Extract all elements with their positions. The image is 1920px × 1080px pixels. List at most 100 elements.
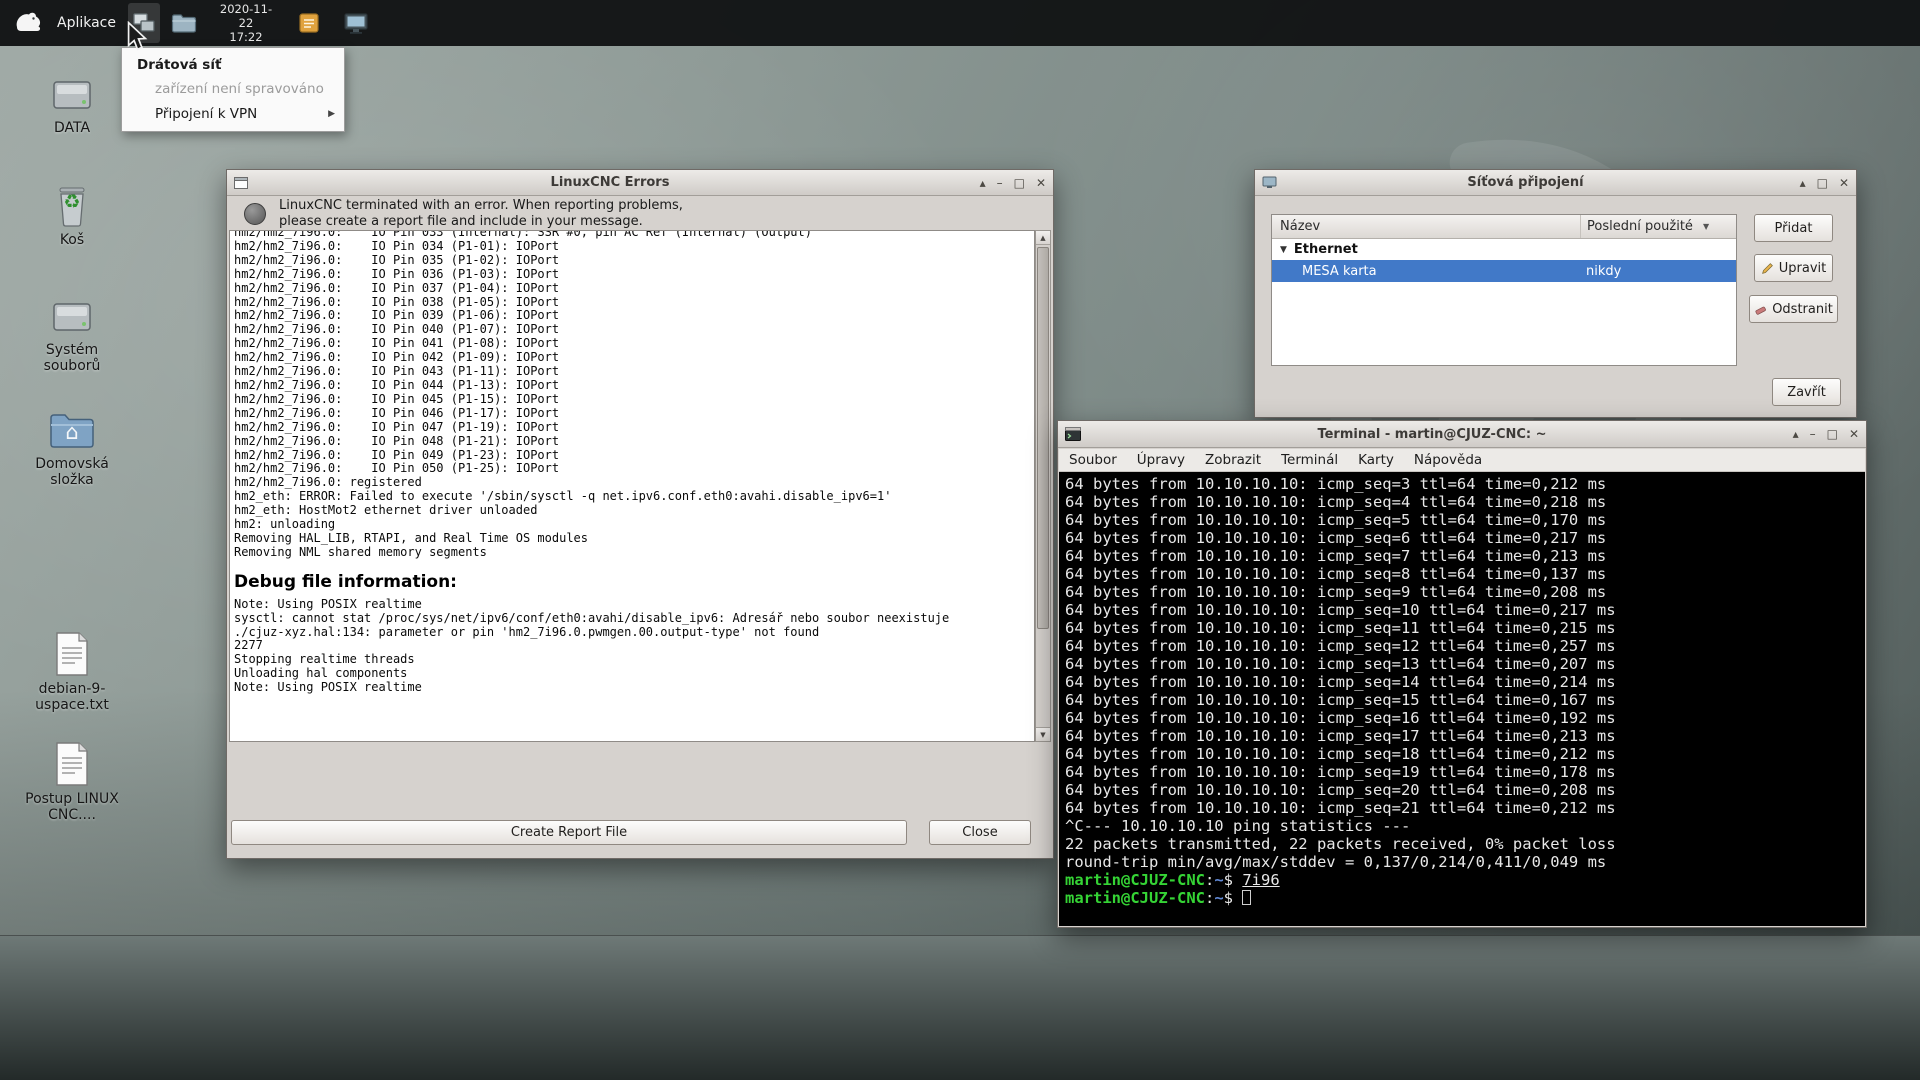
prompt-dollar: $	[1224, 889, 1243, 907]
edit-connection-label: Upravit	[1779, 261, 1826, 276]
wired-network-icon	[132, 12, 156, 34]
minimize-button[interactable]: –	[997, 177, 1003, 189]
terminal-menubar: Soubor Úpravy Zobrazit Terminál Karty Ná…	[1059, 449, 1865, 472]
column-header-last-used[interactable]: Poslední použité ▼	[1580, 215, 1736, 238]
error-log-text: hm2/hm2_7i96.0: IO Pin 033 (Internal): S…	[230, 230, 1034, 560]
add-connection-button[interactable]: Přidat	[1754, 214, 1833, 242]
edit-connection-button[interactable]: Upravit	[1754, 254, 1833, 282]
menu-napoveda[interactable]: Nápověda	[1404, 452, 1492, 468]
desktop-icon-label: Koš	[60, 232, 84, 248]
menu-upravy[interactable]: Úpravy	[1127, 452, 1195, 468]
device-not-managed-item: zařízení není spravováno	[122, 77, 344, 101]
log-scrollbar[interactable]: ▲ ▼	[1035, 230, 1051, 742]
ethernet-group-row[interactable]: ▼ Ethernet	[1272, 239, 1736, 260]
xfce-logo-icon	[12, 10, 44, 36]
desktop-icon-filesystem[interactable]: Systém souborů	[12, 296, 132, 374]
desktop-icon-home[interactable]: ⌂ Domovská složka	[12, 408, 132, 488]
network-titlebar[interactable]: Síťová připojení ▴ □ ✕	[1255, 170, 1856, 196]
menu-zobrazit[interactable]: Zobrazit	[1195, 452, 1271, 468]
wallpaper-bottom-band	[0, 935, 1920, 1080]
drive-icon	[48, 74, 96, 116]
desktop-screen: Aplikace 2020-11-22 17:22	[0, 0, 1920, 1080]
display-launcher[interactable]	[340, 3, 372, 43]
column-header-last-used-label: Poslední použité	[1587, 219, 1693, 234]
top-panel: Aplikace 2020-11-22 17:22	[0, 0, 1920, 46]
maximize-button[interactable]: □	[1817, 177, 1828, 189]
network-manager-applet[interactable]	[128, 3, 160, 43]
applications-menu-button[interactable]	[8, 3, 48, 43]
terminal-titlebar[interactable]: Terminal - martin@CJUZ-CNC: ~ ▴ – □ ✕	[1058, 421, 1866, 448]
text-file-icon	[53, 631, 91, 677]
desktop-icon-label: Systém souborů	[22, 342, 122, 374]
shade-button[interactable]: ▴	[1793, 428, 1799, 440]
clock-date: 2020-11-22	[214, 2, 278, 30]
wired-network-header: Drátová síť	[122, 53, 344, 77]
desktop-icon-data[interactable]: DATA	[12, 74, 132, 136]
close-window-button[interactable]: Zavřít	[1772, 378, 1841, 406]
menu-karty[interactable]: Karty	[1348, 452, 1404, 468]
shade-button[interactable]: ▴	[980, 177, 986, 189]
prompt-colon: :	[1205, 871, 1214, 889]
expander-icon[interactable]: ▼	[1272, 245, 1294, 255]
desktop-icon-label: debian-9-uspace.txt	[22, 681, 122, 713]
typed-command: 7i96	[1242, 871, 1279, 889]
error-message: LinuxCNC terminated with an error. When …	[279, 198, 683, 230]
menu-soubor[interactable]: Soubor	[1059, 452, 1127, 468]
connection-last-used: nikdy	[1580, 264, 1736, 279]
delete-connection-button[interactable]: Odstranit	[1749, 295, 1838, 323]
network-menu: Drátová síť zařízení není spravováno Při…	[121, 47, 345, 132]
notes-launcher[interactable]	[294, 3, 324, 43]
linuxcnc-errors-window: LinuxCNC Errors ▴ – □ ✕ LinuxCNC termina…	[226, 169, 1054, 859]
error-banner: LinuxCNC terminated with an error. When …	[227, 197, 683, 230]
debug-file-header: Debug file information:	[230, 560, 1034, 598]
text-file-icon	[53, 741, 91, 787]
error-message-line2: please create a report file and include …	[279, 214, 683, 230]
vpn-connections-label: Připojení k VPN	[155, 106, 257, 122]
desktop-icon-label: Domovská složka	[22, 456, 122, 488]
window-icon	[1262, 176, 1277, 189]
eraser-icon	[1754, 303, 1767, 316]
list-header: Název Poslední použité ▼	[1272, 215, 1736, 239]
maximize-button[interactable]: □	[1827, 428, 1838, 440]
window-icon	[1065, 427, 1081, 441]
close-button[interactable]: Close	[929, 820, 1031, 845]
maximize-button[interactable]: □	[1014, 177, 1025, 189]
clock[interactable]: 2020-11-22 17:22	[214, 2, 278, 44]
scrollbar-thumb[interactable]	[1037, 247, 1049, 629]
shade-button[interactable]: ▴	[1800, 177, 1806, 189]
error-log-view[interactable]: hm2/hm2_7i96.0: IO Pin 033 (Internal): S…	[229, 230, 1035, 742]
monitor-icon	[343, 12, 369, 35]
prompt-line-current: martin@CJUZ-CNC:~$	[1065, 889, 1865, 907]
ethernet-group-label: Ethernet	[1294, 242, 1358, 257]
applications-menu-label: Aplikace	[57, 15, 116, 31]
linuxcnc-titlebar[interactable]: LinuxCNC Errors ▴ – □ ✕	[227, 170, 1053, 196]
terminal-screen[interactable]: 64 bytes from 10.10.10.10: icmp_seq=3 tt…	[1059, 472, 1865, 926]
scroll-up-arrow[interactable]: ▲	[1036, 231, 1050, 245]
desktop-icon-trash[interactable]: ♻ Koš	[12, 184, 132, 248]
column-header-name[interactable]: Název	[1272, 215, 1580, 238]
debug-file-text: Note: Using POSIX realtime sysctl: canno…	[230, 598, 1034, 695]
desktop-icon-postup-txt[interactable]: Postup LINUX CNC....	[12, 741, 132, 823]
prompt-path: ~	[1214, 871, 1223, 889]
network-connections-window: Síťová připojení ▴ □ ✕ Název Poslední po…	[1254, 169, 1857, 418]
close-button[interactable]: ✕	[1036, 177, 1046, 189]
folder-icon	[171, 13, 197, 34]
scroll-down-arrow[interactable]: ▼	[1036, 727, 1050, 741]
menu-terminal[interactable]: Terminál	[1271, 452, 1348, 468]
vpn-connections-item[interactable]: Připojení k VPN ▶	[122, 101, 344, 126]
create-report-file-button[interactable]: Create Report File	[231, 820, 907, 845]
minimize-button[interactable]: –	[1810, 428, 1816, 440]
window-title: Terminal - martin@CJUZ-CNC: ~	[1098, 427, 1766, 442]
connection-name: MESA karta	[1272, 264, 1580, 279]
close-button[interactable]: ✕	[1849, 428, 1859, 440]
desktop-icon-debian-txt[interactable]: debian-9-uspace.txt	[12, 631, 132, 713]
file-manager-launcher[interactable]	[168, 3, 200, 43]
prompt-user-host: martin@CJUZ-CNC	[1065, 889, 1205, 907]
submenu-arrow-icon: ▶	[328, 109, 335, 119]
close-button[interactable]: ✕	[1839, 177, 1849, 189]
connection-row-mesa-karta[interactable]: MESA karta nikdy	[1272, 260, 1736, 282]
clock-time: 17:22	[214, 30, 278, 44]
sort-arrow-icon: ▼	[1703, 222, 1709, 231]
terminal-window: Terminal - martin@CJUZ-CNC: ~ ▴ – □ ✕ So…	[1057, 420, 1867, 928]
prompt-user-host: martin@CJUZ-CNC	[1065, 871, 1205, 889]
